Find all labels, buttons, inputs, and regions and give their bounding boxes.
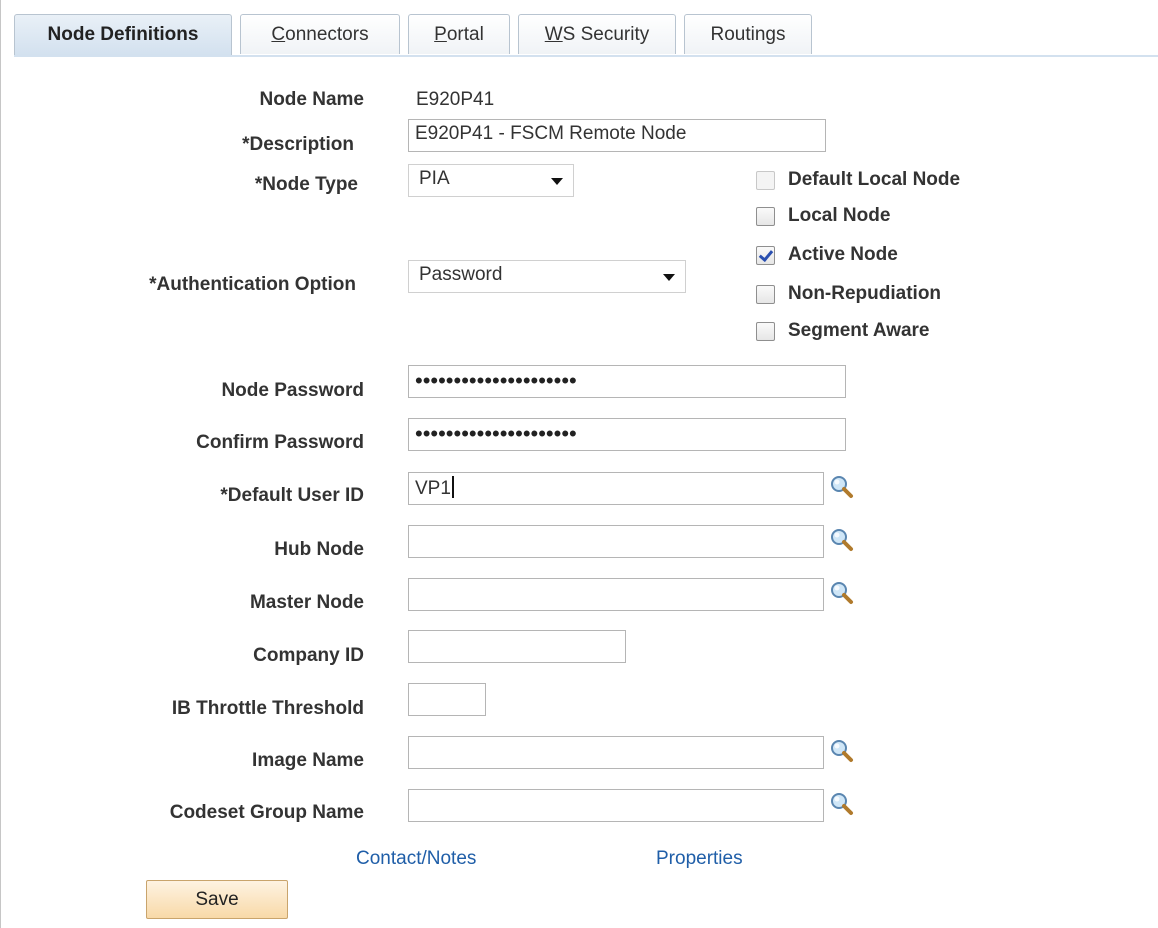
text-cursor (451, 476, 454, 498)
node-type-value: PIA (419, 168, 450, 189)
node-name-value: E920P41 (416, 89, 495, 110)
tab-node-definitions[interactable]: Node Definitions (14, 14, 232, 55)
tab-label: Routings (710, 24, 786, 45)
node-type-label: *Node Type (254, 174, 358, 195)
local-node-checkbox[interactable] (756, 207, 775, 226)
image-name-label: Image Name (252, 750, 364, 771)
default-local-node-label: Default Local Node (788, 169, 961, 190)
codeset-group-name-label: Codeset Group Name (169, 802, 364, 823)
master-node-field[interactable] (408, 578, 824, 611)
node-type-select[interactable]: PIA (408, 164, 574, 197)
default-local-node-checkbox[interactable] (756, 171, 775, 190)
chevron-down-icon (663, 274, 675, 281)
active-node-checkbox[interactable] (756, 246, 775, 265)
authentication-option-label: *Authentication Option (149, 274, 356, 295)
tab-mnemonic: C (271, 24, 286, 45)
segment-aware-checkbox[interactable] (756, 322, 775, 341)
ib-throttle-threshold-label: IB Throttle Threshold (171, 698, 364, 719)
page-left-border (0, 0, 1, 928)
default-user-id-lookup-icon[interactable] (829, 474, 855, 500)
node-password-field[interactable]: ••••••••••••••••••••• (408, 365, 846, 398)
confirm-password-label: Confirm Password (196, 432, 364, 453)
tab-label-rest: S Security (562, 24, 650, 45)
default-user-id-field[interactable]: VP1 (408, 472, 824, 505)
codeset-group-name-lookup-icon[interactable] (829, 791, 855, 817)
tab-ws-security[interactable]: WS Security (518, 14, 676, 54)
properties-link[interactable]: Properties (656, 848, 743, 870)
tab-mnemonic: P (434, 24, 447, 45)
tab-label-rest: onnectors (285, 24, 369, 45)
hub-node-label: Hub Node (274, 539, 364, 560)
master-node-label: Master Node (249, 592, 364, 613)
contact-notes-link[interactable]: Contact/Notes (356, 848, 476, 870)
codeset-group-name-field[interactable] (408, 789, 824, 822)
image-name-lookup-icon[interactable] (829, 738, 855, 764)
tab-portal[interactable]: Portal (408, 14, 510, 54)
save-button[interactable]: Save (146, 880, 288, 919)
company-id-label: Company ID (253, 645, 364, 666)
description-label: *Description (242, 134, 354, 155)
tab-label-rest: ortal (446, 24, 484, 45)
node-name-label: Node Name (259, 89, 364, 110)
node-password-label: Node Password (221, 380, 364, 401)
chevron-down-icon (551, 178, 563, 185)
authentication-option-value: Password (419, 264, 503, 285)
description-field[interactable]: E920P41 - FSCM Remote Node (408, 119, 826, 152)
tab-underline (14, 55, 1158, 57)
non-repudiation-label: Non-Repudiation (788, 283, 942, 304)
ib-throttle-threshold-field[interactable] (408, 683, 486, 716)
default-user-id-value: VP1 (415, 478, 451, 499)
company-id-field[interactable] (408, 630, 626, 663)
tab-mnemonic: W (544, 24, 563, 45)
confirm-password-field[interactable]: ••••••••••••••••••••• (408, 418, 846, 451)
default-user-id-label: *Default User ID (220, 485, 364, 506)
segment-aware-label: Segment Aware (788, 320, 930, 341)
active-node-label: Active Node (788, 244, 898, 265)
tab-label: Node Definitions (47, 24, 199, 45)
authentication-option-select[interactable]: Password (408, 260, 686, 293)
image-name-field[interactable] (408, 736, 824, 769)
hub-node-lookup-icon[interactable] (829, 527, 855, 553)
hub-node-field[interactable] (408, 525, 824, 558)
tab-connectors[interactable]: Connectors (240, 14, 400, 54)
local-node-label: Local Node (788, 205, 891, 226)
master-node-lookup-icon[interactable] (829, 580, 855, 606)
tab-routings[interactable]: Routings (684, 14, 812, 54)
non-repudiation-checkbox[interactable] (756, 285, 775, 304)
